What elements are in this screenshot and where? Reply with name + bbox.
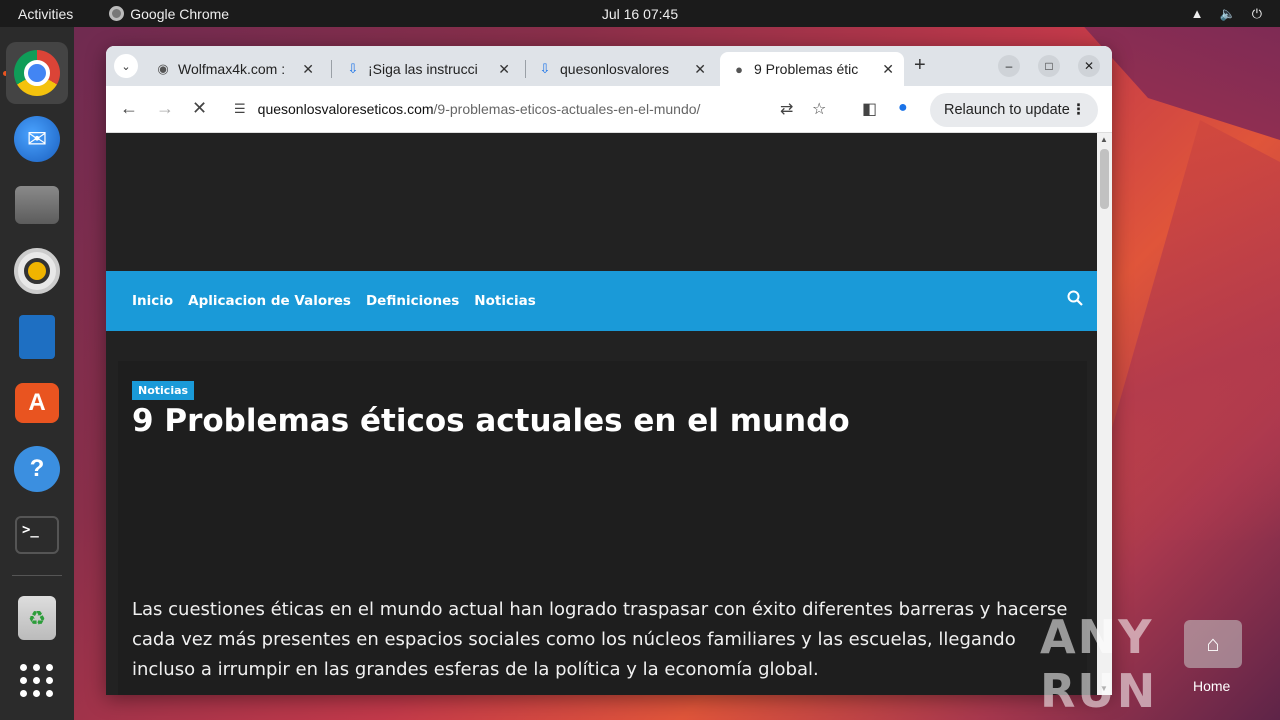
- download-icon: ⇩: [347, 61, 359, 76]
- app-menu[interactable]: Google Chrome: [109, 6, 229, 22]
- search-icon[interactable]: [1067, 290, 1083, 306]
- download-icon: ⇩: [539, 61, 551, 76]
- network-icon: ▲: [1190, 5, 1204, 21]
- article-headline: 9 Problemas éticos actuales en el mundo: [132, 403, 850, 439]
- relaunch-button[interactable]: Relaunch to update ⋮: [930, 93, 1098, 127]
- ad-space: [106, 133, 1097, 271]
- side-panel-icon[interactable]: ◧: [862, 99, 877, 119]
- system-tray[interactable]: ▲ 🔈 ⏻: [1191, 6, 1262, 22]
- dock-rhythmbox[interactable]: [6, 240, 68, 302]
- clock[interactable]: Jul 16 07:45: [602, 6, 678, 22]
- chrome-icon: [14, 50, 60, 96]
- tab-strip: ⌄ ◉ Wolfmax4k.com : ✕ ⇩ ¡Siga las instru…: [106, 46, 1112, 86]
- thunderbird-icon: ✉: [14, 116, 60, 162]
- terminal-icon: >_: [15, 516, 59, 554]
- bookmark-star-icon[interactable]: ☆: [812, 99, 826, 119]
- close-icon[interactable]: ✕: [302, 61, 314, 78]
- site-info-icon[interactable]: ☰: [234, 101, 246, 117]
- apps-grid-icon: [20, 663, 54, 697]
- files-icon: [15, 186, 59, 224]
- close-icon[interactable]: ✕: [498, 61, 510, 78]
- home-folder-icon[interactable]: ⌂: [1184, 620, 1242, 668]
- dock-files[interactable]: [6, 174, 68, 236]
- dock: ✉ A ? >_ ♻: [0, 27, 74, 720]
- browser-toolbar: ← → ✕ ☰ quesonlosvaloreseticos.com/9-pro…: [106, 86, 1112, 133]
- dock-trash[interactable]: ♻: [6, 587, 68, 649]
- globe-icon: ◉: [157, 61, 169, 76]
- dock-writer[interactable]: [6, 306, 68, 368]
- volume-icon: 🔈: [1219, 5, 1236, 21]
- dock-separator: [12, 575, 62, 576]
- dock-app-center[interactable]: A: [6, 372, 68, 434]
- home-label[interactable]: Home: [1193, 678, 1230, 694]
- page-content: Inicio Aplicacion de Valores Definicione…: [106, 133, 1097, 695]
- tab-separator: [331, 60, 332, 78]
- scroll-up-icon[interactable]: ▲: [1100, 135, 1108, 144]
- tab-title: Wolfmax4k.com :: [178, 61, 286, 77]
- help-icon: ?: [14, 446, 60, 492]
- site-nav: Inicio Aplicacion de Valores Definicione…: [106, 271, 1097, 331]
- browser-window: ⌄ ◉ Wolfmax4k.com : ✕ ⇩ ¡Siga las instru…: [106, 46, 1112, 695]
- maximize-button[interactable]: □: [1038, 55, 1060, 77]
- url-path: /9-problemas-eticos-actuales-en-el-mundo…: [433, 101, 701, 117]
- chrome-icon: [109, 6, 125, 21]
- article: Noticias 9 Problemas éticos actuales en …: [118, 361, 1087, 695]
- dock-terminal[interactable]: >_: [6, 504, 68, 566]
- tab-title: 9 Problemas étic: [754, 61, 859, 77]
- dock-chrome[interactable]: [6, 42, 68, 104]
- menu-icon[interactable]: ⋮: [1071, 102, 1086, 118]
- site-icon: ●: [735, 61, 743, 77]
- tab[interactable]: ⇩ quesonlosvalores ✕: [526, 52, 716, 86]
- app-center-icon: A: [15, 383, 59, 423]
- tab-title: ¡Siga las instrucci: [368, 61, 478, 77]
- nav-aplicacion-de-valores[interactable]: Aplicacion de Valores: [188, 293, 351, 309]
- rhythmbox-icon: [14, 248, 60, 294]
- dock-help[interactable]: ?: [6, 438, 68, 500]
- nav-noticias[interactable]: Noticias: [474, 293, 535, 309]
- address-bar[interactable]: ☰ quesonlosvaloreseticos.com/9-problemas…: [224, 92, 844, 126]
- new-tab-button[interactable]: +: [914, 54, 926, 77]
- minimize-button[interactable]: –: [998, 55, 1020, 77]
- watermark: ANY RUN: [1040, 610, 1158, 718]
- scrollbar-thumb[interactable]: [1100, 149, 1109, 209]
- trash-icon: ♻: [18, 596, 56, 640]
- stop-icon[interactable]: ✕: [192, 98, 207, 119]
- tab-title: quesonlosvalores: [560, 61, 669, 77]
- power-icon: ⏻: [1251, 5, 1262, 21]
- back-icon[interactable]: ←: [120, 98, 138, 119]
- forward-icon[interactable]: →: [156, 98, 174, 119]
- article-paragraph: Las cuestiones éticas en el mundo actual…: [132, 599, 1068, 680]
- tab-search-button[interactable]: ⌄: [114, 54, 138, 78]
- chevron-down-icon: ⌄: [121, 60, 131, 73]
- tab-active[interactable]: ● 9 Problemas étic ✕: [720, 52, 904, 86]
- close-icon[interactable]: ✕: [882, 61, 894, 78]
- relaunch-label: Relaunch to update: [944, 102, 1070, 118]
- tab[interactable]: ⇩ ¡Siga las instrucci ✕: [334, 52, 520, 86]
- top-bar: Activities Google Chrome Jul 16 07:45 ▲ …: [0, 0, 1280, 27]
- profile-icon[interactable]: ●: [898, 99, 908, 117]
- close-window-button[interactable]: ✕: [1078, 55, 1100, 77]
- writer-icon: [19, 315, 55, 359]
- tab[interactable]: ◉ Wolfmax4k.com : ✕: [144, 52, 324, 86]
- app-name: Google Chrome: [130, 5, 230, 22]
- url-host: quesonlosvaloreseticos.com: [257, 101, 434, 117]
- nav-definiciones[interactable]: Definiciones: [366, 293, 459, 309]
- close-icon[interactable]: ✕: [694, 61, 706, 78]
- activities-button[interactable]: Activities: [18, 6, 73, 22]
- nav-inicio[interactable]: Inicio: [132, 293, 173, 309]
- translate-icon[interactable]: ⇄: [780, 99, 793, 119]
- dock-thunderbird[interactable]: ✉: [6, 108, 68, 170]
- show-apps-button[interactable]: [6, 649, 68, 711]
- category-badge[interactable]: Noticias: [132, 381, 195, 400]
